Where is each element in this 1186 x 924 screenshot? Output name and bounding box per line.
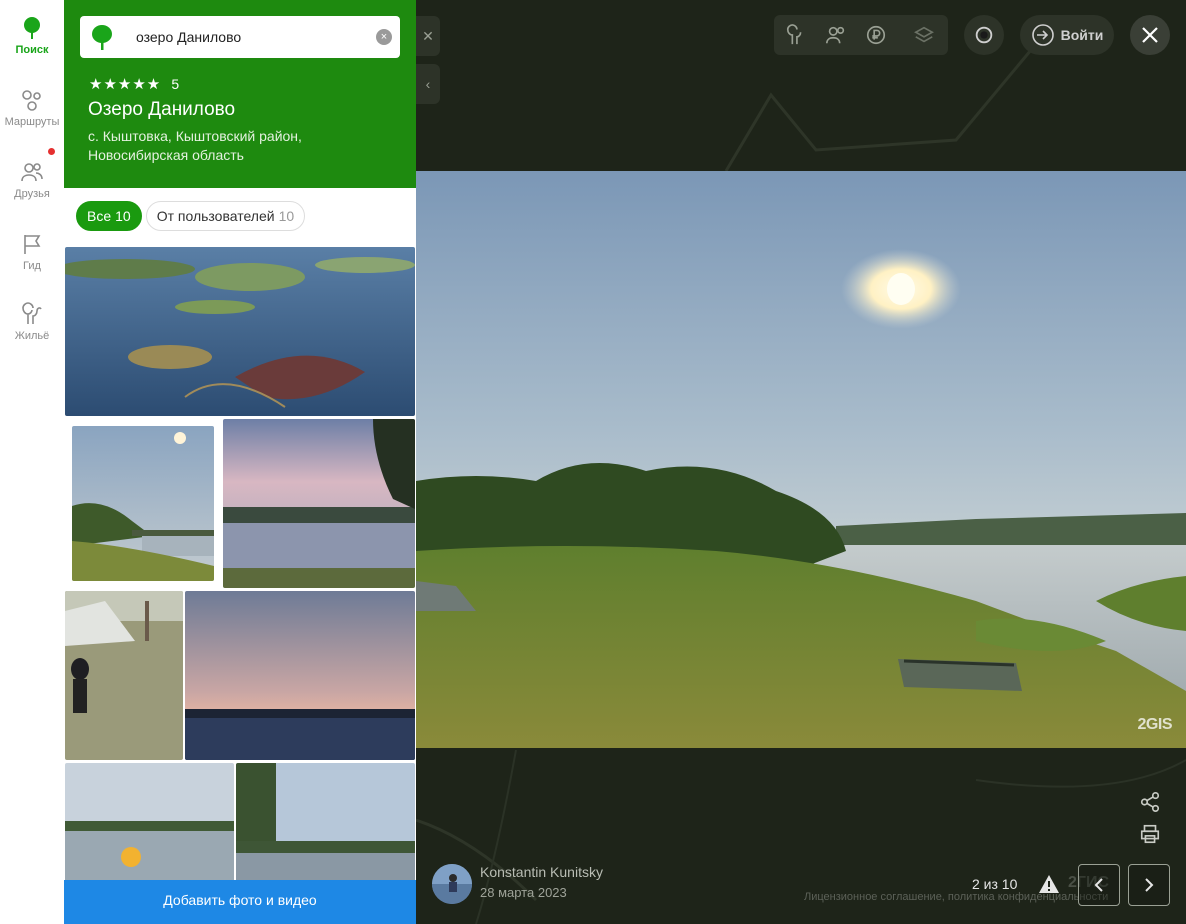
add-photo-button[interactable]: Добавить фото и видео <box>64 880 416 924</box>
share-button[interactable] <box>1134 786 1166 818</box>
nav-item-guide[interactable]: Гид <box>0 232 64 292</box>
photo-thumbnail[interactable] <box>65 763 234 883</box>
place-header: × ★★★★★ 5 Озеро Данилово с. Кыштовка, Кы… <box>64 0 416 188</box>
clear-search-icon[interactable]: × <box>376 29 392 45</box>
previous-photo-button[interactable] <box>1078 864 1120 906</box>
print-button[interactable] <box>1134 818 1166 850</box>
place-title: Озеро Данилово <box>88 99 236 120</box>
rating: ★★★★★ 5 <box>89 75 179 93</box>
login-button[interactable]: Войти <box>1020 15 1114 55</box>
rating-stars: ★★★★★ <box>89 76 162 93</box>
nav-label: Поиск <box>15 44 49 56</box>
layers-button[interactable] <box>904 15 944 55</box>
left-nav: Поиск Маршруты Друзья Гид Жильё <box>0 0 64 924</box>
photo-thumbnail[interactable] <box>65 247 415 416</box>
filter-label: Все <box>87 208 112 224</box>
nav-label: Друзья <box>14 188 50 200</box>
filter-label: От пользователей <box>156 208 275 224</box>
license-link[interactable]: Лицензионное соглашение, политика конфид… <box>804 891 1108 903</box>
leaf-icon <box>92 25 112 50</box>
app: Поиск Маршруты Друзья Гид Жильё озеро Да… <box>0 0 1186 924</box>
flag-icon <box>24 235 41 254</box>
printer-icon <box>1140 824 1160 844</box>
place-panel: × ★★★★★ 5 Озеро Данилово с. Кыштовка, Кы… <box>64 0 416 924</box>
photo-thumbnail[interactable] <box>223 419 415 588</box>
leaf-icon <box>24 17 40 39</box>
chevron-right-icon <box>1145 878 1154 892</box>
filter-users[interactable]: От пользователей 10 <box>145 201 306 231</box>
nav-item-friends[interactable]: Друзья <box>0 160 64 220</box>
housing-icon <box>22 302 42 324</box>
chevron-left-icon: ‹ <box>425 76 431 92</box>
photo-lake-landscape <box>416 171 1186 748</box>
nav-label: Жильё <box>14 330 50 342</box>
nav-item-search[interactable]: Поиск <box>0 16 64 76</box>
rating-value: 5 <box>171 76 180 92</box>
ruble-icon <box>866 25 886 45</box>
close-viewer-button[interactable] <box>1130 15 1170 55</box>
map-layers-toolbar <box>774 15 948 55</box>
friends-layer-button[interactable] <box>816 15 856 55</box>
photo-viewer: ✕ ‹ Войти 2GIS Konstantin Kunitsky 28 ма… <box>416 0 1186 924</box>
author-name[interactable]: Konstantin Kunitsky <box>480 864 603 880</box>
share-icon <box>1140 792 1160 812</box>
toggle-panel-button[interactable]: ‹ <box>416 64 440 104</box>
friends-icon <box>21 163 43 182</box>
photo-lake-birch <box>236 763 415 883</box>
housing-layer-button[interactable] <box>776 15 816 55</box>
prices-layer-button[interactable] <box>856 15 896 55</box>
circle-icon <box>975 26 993 44</box>
photo-beach-evening <box>223 419 415 588</box>
search-input[interactable] <box>136 26 366 48</box>
nav-item-housing[interactable]: Жильё <box>0 302 64 362</box>
avatar-image <box>432 864 472 904</box>
photo-thumbnail[interactable] <box>65 591 183 760</box>
warning-icon[interactable] <box>1038 874 1060 894</box>
close-icon: ✕ <box>422 27 434 44</box>
main-photo <box>416 171 1186 748</box>
place-address: с. Кыштовка, Кыштовский район, Новосибир… <box>88 128 302 163</box>
avatar[interactable] <box>432 864 472 904</box>
report-icon <box>1039 875 1059 893</box>
filter-count: 10 <box>278 208 295 224</box>
next-photo-button[interactable] <box>1128 864 1170 906</box>
housing-icon <box>786 24 802 45</box>
photo-campsite <box>65 591 183 760</box>
nav-item-routes[interactable]: Маршруты <box>0 88 64 148</box>
login-label: Войти <box>1060 27 1104 43</box>
friends-icon <box>826 26 845 44</box>
photo-date: 28 марта 2023 <box>480 885 567 900</box>
photo-sunset <box>185 591 415 760</box>
photo-thumbnail[interactable] <box>185 591 415 760</box>
photo-thumbnail[interactable] <box>236 763 415 883</box>
photo-lily-pads <box>65 247 415 416</box>
filter-all[interactable]: Все 10 <box>76 201 142 231</box>
photo-filters: Все 10 От пользователей 10 <box>76 201 309 231</box>
chevron-left-icon <box>1094 878 1103 892</box>
search-box[interactable]: × <box>80 16 400 58</box>
nav-label: Гид <box>23 260 41 272</box>
layers-icon <box>914 26 934 43</box>
notification-dot <box>48 148 55 155</box>
filter-count: 10 <box>115 208 131 224</box>
nav-label: Маршруты <box>4 116 60 128</box>
photo-counter: 2 из 10 <box>972 876 1018 892</box>
photo-watermark: 2GIS <box>1137 716 1173 733</box>
profile-button[interactable] <box>964 15 1004 55</box>
photo-thumbnail[interactable] <box>72 426 214 581</box>
collapse-panel-button[interactable]: ✕ <box>416 16 440 56</box>
login-icon <box>1031 24 1054 46</box>
photo-lake-day <box>65 763 234 883</box>
routes-icon <box>22 90 41 111</box>
close-icon <box>1142 27 1158 43</box>
photo-lake-sun <box>72 426 214 581</box>
